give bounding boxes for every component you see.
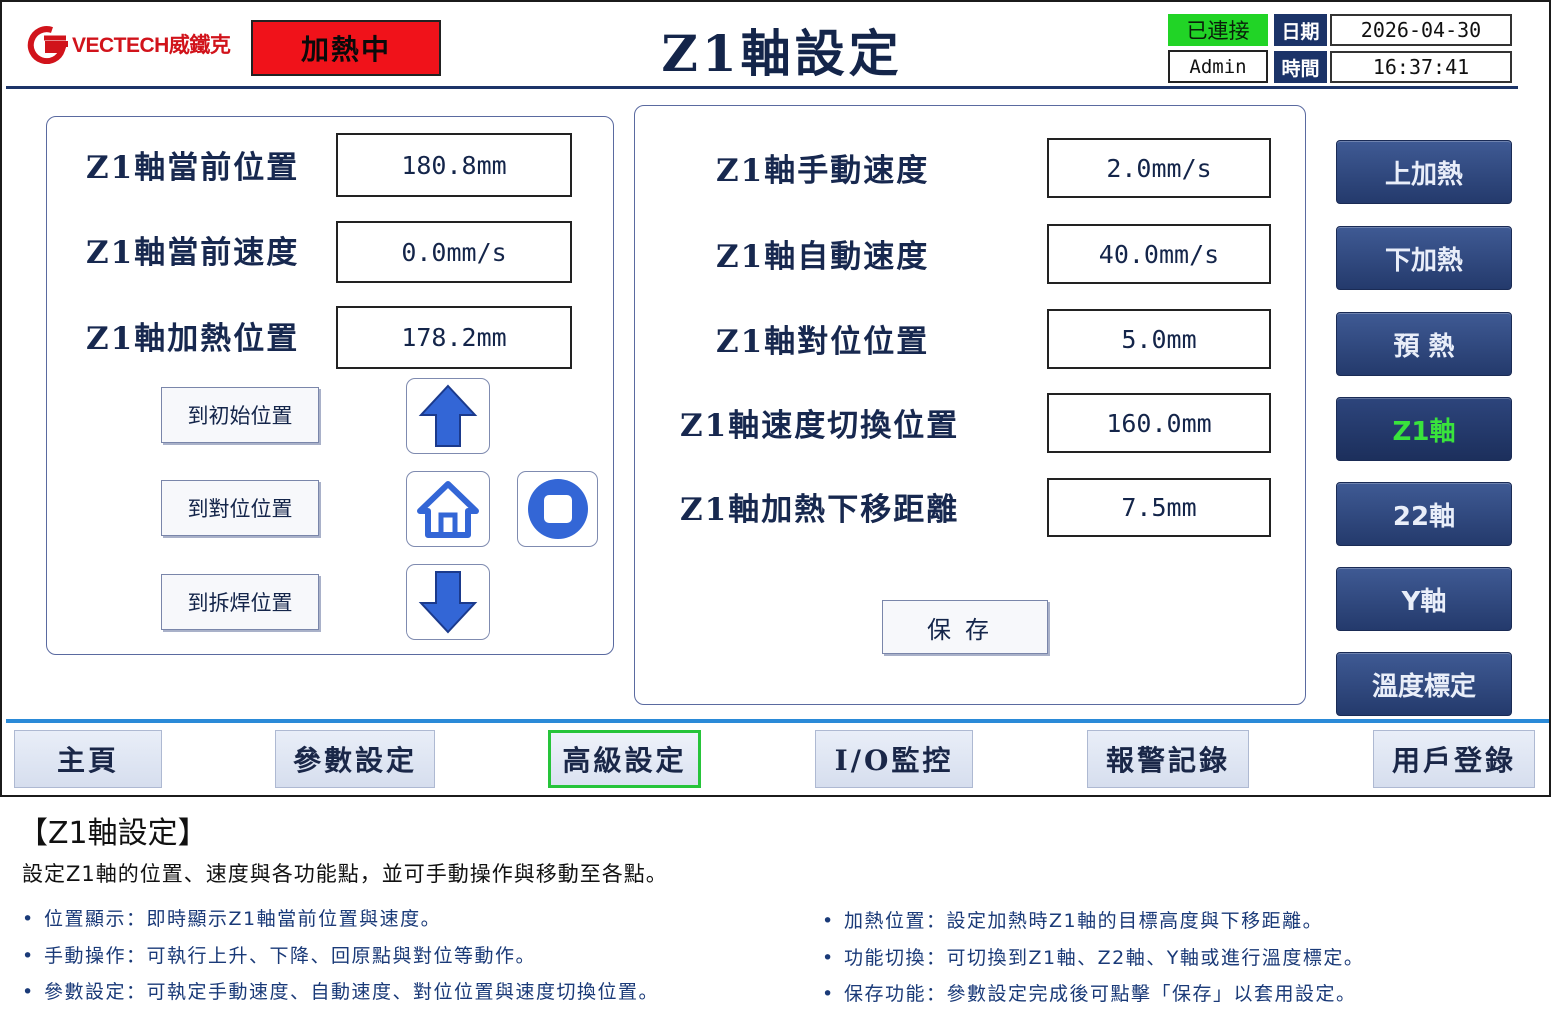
arrow-up-icon xyxy=(418,384,478,447)
caption-bullet: • 功能切換：可切換到Z1軸、Z2軸、Y軸或進行溫度標定。 xyxy=(822,947,1365,969)
time-value: 16:37:41 xyxy=(1330,51,1512,83)
nav-upper-heat[interactable]: 上加熱 xyxy=(1336,140,1512,204)
tab-io-monitor[interactable]: I/O監控 xyxy=(815,730,973,788)
heating-status-indicator: 加熱中 xyxy=(251,20,441,76)
date-value: 2026-04-30 xyxy=(1330,14,1512,46)
save-button[interactable]: 保存 xyxy=(882,600,1048,654)
speed-switch-position-label: Z1軸速度切換位置 xyxy=(680,408,960,444)
tab-user-login[interactable]: 用戶登錄 xyxy=(1373,730,1535,788)
nav-z1-axis[interactable]: Z1軸 xyxy=(1336,397,1512,461)
caption-description: 設定Z1軸的位置、速度與各功能點，並可手動操作與移動至各點。 xyxy=(22,862,668,886)
tab-parameter-settings[interactable]: 參數設定 xyxy=(275,730,435,788)
current-speed-label: Z1軸當前速度 xyxy=(86,235,300,271)
nav-preheat[interactable]: 預 熱 xyxy=(1336,312,1512,376)
speed-switch-position-field[interactable]: 160.0mm xyxy=(1047,393,1271,453)
current-position-label: Z1軸當前位置 xyxy=(86,150,300,186)
current-position-value: 180.8mm xyxy=(336,133,572,197)
stop-button[interactable] xyxy=(517,471,598,547)
align-position-field[interactable]: 5.0mm xyxy=(1047,309,1271,369)
bottom-divider xyxy=(6,719,1549,723)
current-user[interactable]: Admin xyxy=(1168,50,1268,83)
caption-title: 【Z1軸設定】 xyxy=(18,816,208,851)
caption-bullet: • 保存功能：參數設定完成後可點擊「保存」以套用設定。 xyxy=(822,983,1357,1005)
auto-speed-label: Z1軸自動速度 xyxy=(716,239,930,275)
page-title: Z1軸設定 xyxy=(661,24,903,83)
current-speed-value: 0.0mm/s xyxy=(336,221,572,283)
tab-home[interactable]: 主頁 xyxy=(14,730,162,788)
nav-lower-heat[interactable]: 下加熱 xyxy=(1336,226,1512,290)
home-button[interactable] xyxy=(406,471,490,547)
tab-advanced-settings[interactable]: 高級設定 xyxy=(548,730,701,788)
home-icon xyxy=(417,481,479,538)
caption-bullet: • 手動操作：可執行上升、下降、回原點與對位等動作。 xyxy=(22,945,537,967)
caption-bullet: • 位置顯示：即時顯示Z1軸當前位置與速度。 xyxy=(22,908,442,930)
move-up-button[interactable] xyxy=(406,378,490,454)
nav-y-axis[interactable]: Y軸 xyxy=(1336,567,1512,631)
nav-z2-axis[interactable]: 22軸 xyxy=(1336,482,1512,546)
vectech-logo: VECTECH威鐵克 xyxy=(22,24,231,64)
auto-speed-field[interactable]: 40.0mm/s xyxy=(1047,224,1271,284)
goto-align-position-button[interactable]: 到對位位置 xyxy=(161,480,319,536)
goto-home-position-button[interactable]: 到初始位置 xyxy=(161,387,319,443)
manual-speed-field[interactable]: 2.0mm/s xyxy=(1047,138,1271,198)
logo-mark-icon xyxy=(27,26,68,64)
align-position-label: Z1軸對位位置 xyxy=(716,324,930,360)
caption-bullet: • 參數設定：可執定手動速度、自動速度、對位位置與速度切換位置。 xyxy=(22,981,660,1003)
heating-down-distance-field[interactable]: 7.5mm xyxy=(1047,478,1271,537)
hmi-screen: VECTECH威鐵克 加熱中 Z1軸設定 已連接 Admin 日期 2026-0… xyxy=(0,0,1551,797)
header-divider xyxy=(6,86,1518,89)
nav-temp-calibration[interactable]: 溫度標定 xyxy=(1336,652,1512,716)
goto-desolder-position-button[interactable]: 到拆焊位置 xyxy=(161,574,319,630)
move-down-button[interactable] xyxy=(406,564,490,640)
date-label: 日期 xyxy=(1274,14,1327,46)
heating-position-value[interactable]: 178.2mm xyxy=(336,306,572,369)
manual-speed-label: Z1軸手動速度 xyxy=(716,153,930,189)
tab-alarm-log[interactable]: 報警記錄 xyxy=(1087,730,1249,788)
heating-position-label: Z1軸加熱位置 xyxy=(86,321,300,357)
brand-name: VECTECH威鐵克 xyxy=(72,34,231,57)
stop-icon xyxy=(527,479,588,539)
arrow-down-icon xyxy=(418,571,478,634)
connection-status: 已連接 xyxy=(1168,14,1268,46)
time-label: 時間 xyxy=(1274,51,1327,83)
heating-down-distance-label: Z1軸加熱下移距離 xyxy=(680,492,960,528)
caption-bullet: • 加熱位置：設定加熱時Z1軸的目標高度與下移距離。 xyxy=(822,910,1324,932)
